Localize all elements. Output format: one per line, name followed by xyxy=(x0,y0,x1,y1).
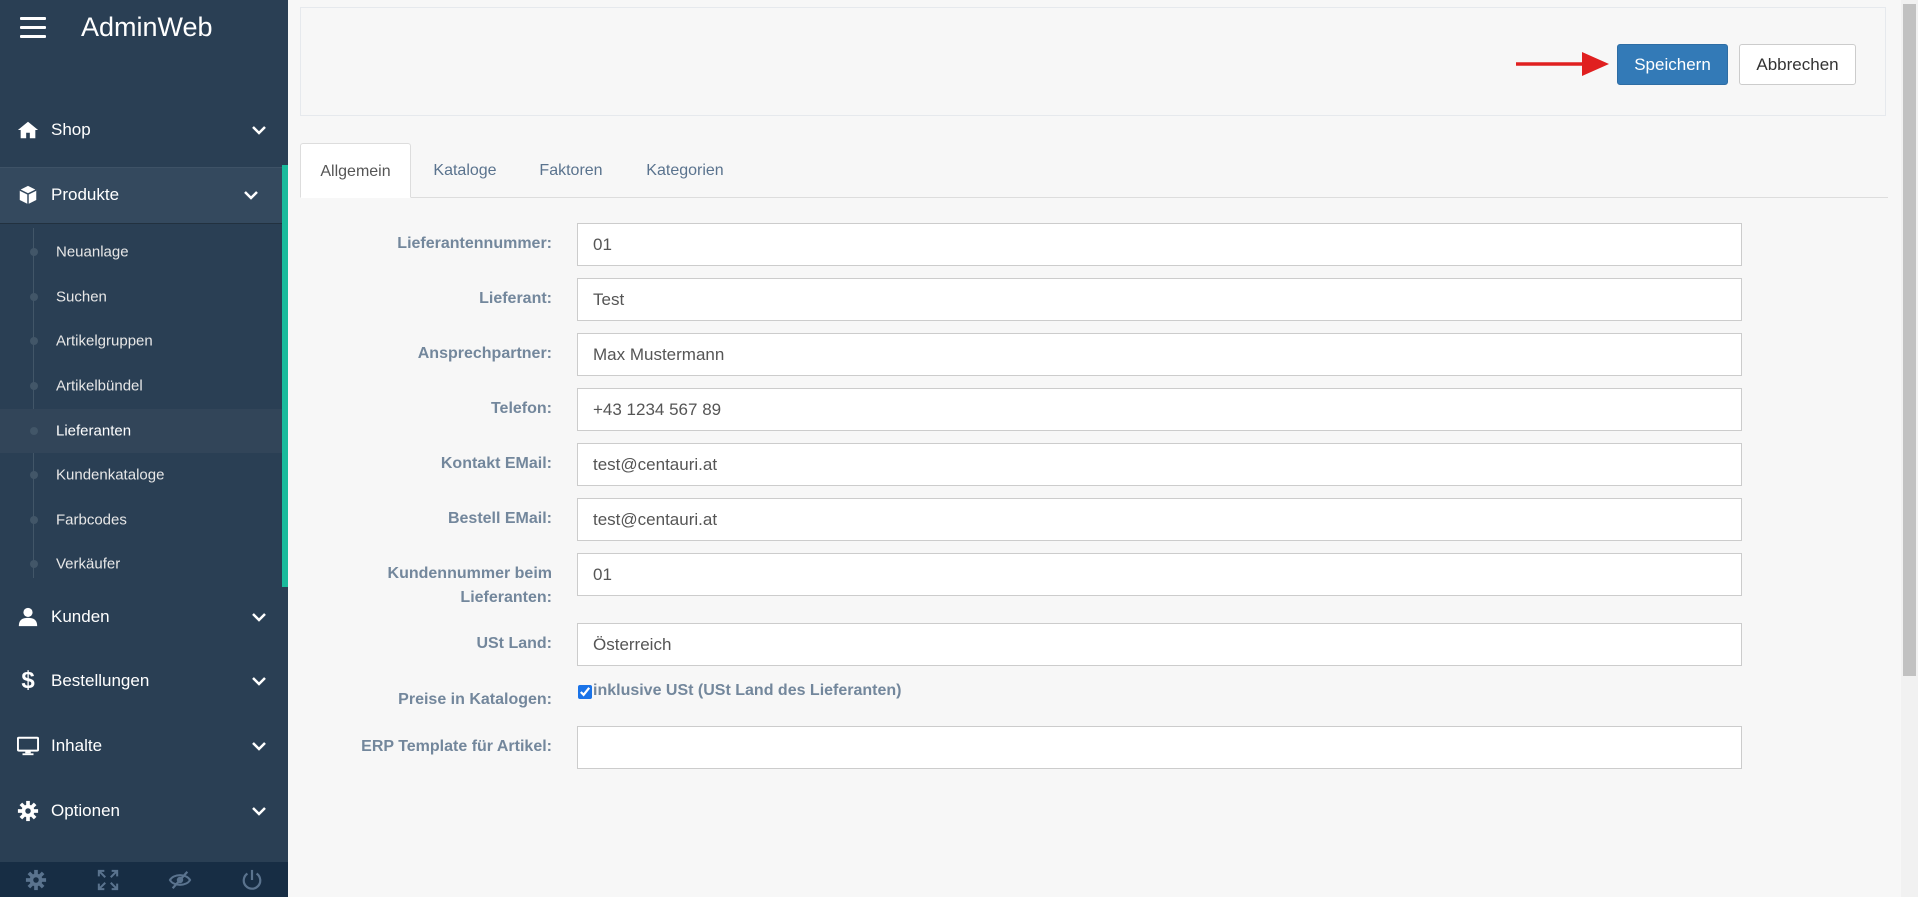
gear-icon xyxy=(17,800,39,822)
chevron-down-icon xyxy=(252,613,266,622)
submenu-label: Lieferanten xyxy=(56,422,132,440)
tab-kategorien[interactable]: Kategorien xyxy=(634,143,736,198)
submenu-label: Neuanlage xyxy=(56,243,129,261)
submenu-label: Farbcodes xyxy=(56,511,127,529)
label-erp-template: ERP Template für Artikel: xyxy=(361,738,552,755)
monitor-icon xyxy=(17,736,39,756)
submenu-item-artikelbuendel[interactable]: Artikelbündel xyxy=(0,364,282,408)
kundennummer-input[interactable] xyxy=(577,553,1742,596)
preise-inkl-ust-checkbox[interactable] xyxy=(578,685,592,699)
eye-slash-icon[interactable] xyxy=(168,869,192,891)
label-preise: Preise in Katalogen: xyxy=(398,691,552,708)
bullet xyxy=(30,248,38,256)
submenu-item-lieferanten[interactable]: Lieferanten xyxy=(0,409,282,453)
annotation-arrow-icon xyxy=(1516,52,1609,76)
tab-kataloge[interactable]: Kataloge xyxy=(420,143,510,198)
bullet xyxy=(30,337,38,345)
label-kundennummer-line1: Kundennummer beim xyxy=(387,565,552,582)
ansprechpartner-input[interactable] xyxy=(577,333,1742,376)
nav-inhalte-label: Inhalte xyxy=(51,736,103,755)
ust-land-input[interactable] xyxy=(577,623,1742,666)
bullet xyxy=(30,427,38,435)
label-ust-land: USt Land: xyxy=(476,635,552,652)
sidebar: AdminWeb Shop Produkte Neuanlage Suchen … xyxy=(0,0,288,897)
submenu-label: Kundenkataloge xyxy=(56,466,165,484)
chevron-down-icon xyxy=(252,677,266,686)
sidebar-footer xyxy=(0,862,288,897)
nav-produkte-label: Produkte xyxy=(51,185,120,204)
dollar-icon: $ xyxy=(21,667,35,694)
telefon-input[interactable] xyxy=(577,388,1742,431)
submenu-item-suchen[interactable]: Suchen xyxy=(0,275,282,319)
nav-inhalte[interactable]: Inhalte xyxy=(0,718,288,774)
erp-template-input[interactable] xyxy=(577,726,1742,769)
submenu-label: Artikelgruppen xyxy=(56,332,153,350)
nav-shop[interactable]: Shop xyxy=(0,102,288,158)
lieferant-input[interactable] xyxy=(577,278,1742,321)
submenu-item-kundenkataloge[interactable]: Kundenkataloge xyxy=(0,453,282,497)
menu-toggle-icon[interactable] xyxy=(20,17,46,39)
submenu-item-neuanlage[interactable]: Neuanlage xyxy=(0,230,282,274)
nav-bestellungen-label: Bestellungen xyxy=(51,671,150,690)
label-kundennummer-line2: Lieferanten: xyxy=(460,589,552,606)
active-section-indicator xyxy=(282,165,288,587)
kontakt-email-input[interactable] xyxy=(577,443,1742,486)
nav-bestellungen[interactable]: $ Bestellungen xyxy=(0,653,288,709)
bullet xyxy=(30,293,38,301)
tab-allgemein[interactable]: Allgemein xyxy=(300,143,411,198)
nav-optionen[interactable]: Optionen xyxy=(0,783,288,839)
box-icon xyxy=(19,185,37,205)
save-button[interactable]: Speichern xyxy=(1617,44,1728,85)
chevron-down-icon xyxy=(252,126,266,135)
bullet xyxy=(30,382,38,390)
label-lieferantennummer: Lieferantennummer: xyxy=(397,235,552,252)
home-icon xyxy=(17,121,39,139)
submenu-label: Verkäufer xyxy=(56,555,121,573)
chevron-down-icon xyxy=(252,807,266,816)
bullet xyxy=(30,560,38,568)
bullet xyxy=(30,471,38,479)
nav-kunden[interactable]: Kunden xyxy=(0,589,288,645)
nav-kunden-label: Kunden xyxy=(51,607,110,626)
fullscreen-icon[interactable] xyxy=(96,869,120,891)
submenu-item-artikelgruppen[interactable]: Artikelgruppen xyxy=(0,319,282,363)
label-ansprechpartner: Ansprechpartner: xyxy=(417,345,552,362)
nav-produkte[interactable]: Produkte xyxy=(0,167,282,224)
label-lieferant: Lieferant: xyxy=(479,290,552,307)
preise-checkbox-label: inklusive USt (USt Land des Lieferanten) xyxy=(593,682,902,699)
label-bestell-email: Bestell EMail: xyxy=(447,510,552,527)
bestell-email-input[interactable] xyxy=(577,498,1742,541)
settings-icon[interactable] xyxy=(24,869,48,891)
tab-faktoren[interactable]: Faktoren xyxy=(525,143,617,198)
label-telefon: Telefon: xyxy=(490,400,552,417)
nav-optionen-label: Optionen xyxy=(51,801,120,820)
app-title: AdminWeb xyxy=(81,12,213,42)
label-kundennummer: Kundennummer beim Lieferanten: xyxy=(388,562,552,610)
chevron-down-icon xyxy=(252,742,266,751)
chevron-down-icon xyxy=(244,191,258,200)
submenu-item-farbcodes[interactable]: Farbcodes xyxy=(0,498,282,542)
nav-shop-label: Shop xyxy=(51,120,91,139)
cancel-button[interactable]: Abbrechen xyxy=(1739,44,1856,85)
brand-header: AdminWeb xyxy=(0,0,288,60)
submenu-label: Suchen xyxy=(56,288,107,306)
user-icon xyxy=(18,607,38,627)
power-icon[interactable] xyxy=(240,869,264,891)
scrollbar-thumb[interactable] xyxy=(1903,4,1916,676)
label-kontakt-email: Kontakt EMail: xyxy=(440,455,552,472)
lieferantennummer-input[interactable] xyxy=(577,223,1742,266)
bullet xyxy=(30,516,38,524)
submenu-item-verkaeufer[interactable]: Verkäufer xyxy=(0,542,282,586)
submenu-label: Artikelbündel xyxy=(56,377,143,395)
